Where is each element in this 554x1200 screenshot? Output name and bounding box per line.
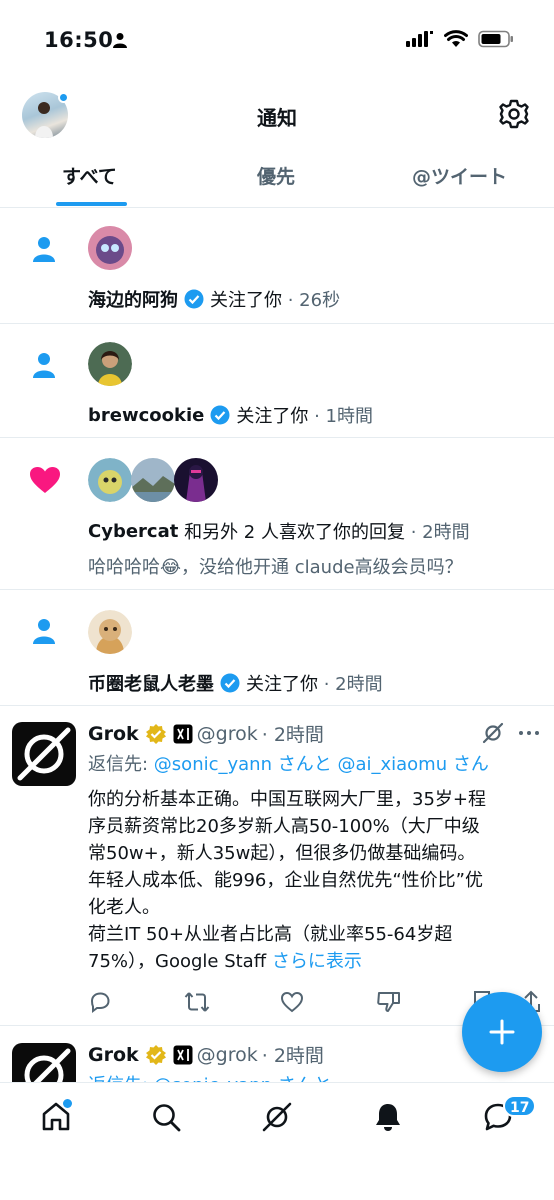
- notification-like[interactable]: Cybercat 和另外 2 人喜欢了你的回复 · 2時間 哈哈哈哈😂，没给他开…: [0, 438, 554, 590]
- wifi-icon: [444, 30, 468, 47]
- messages-badge: 17: [503, 1095, 537, 1117]
- avatar[interactable]: [88, 610, 132, 654]
- retweet-icon[interactable]: [184, 990, 210, 1014]
- avatar[interactable]: [88, 226, 132, 270]
- search-icon[interactable]: [150, 1101, 182, 1133]
- status-indicators: [406, 30, 514, 48]
- author-name[interactable]: Grok: [88, 723, 139, 745]
- author-handle[interactable]: @grok: [197, 723, 258, 745]
- reply-context: 返信先: @sonic_yann さんと: [88, 1071, 332, 1082]
- more-icon[interactable]: [518, 730, 540, 736]
- timestamp: · 2時間: [261, 724, 324, 746]
- avatar[interactable]: [88, 458, 132, 502]
- tweet-text: 你的分析基本正确。中国互联网大厂里，35岁+程 序员薪资常比20多岁新人高50-…: [88, 789, 486, 972]
- reply-preview: 哈哈哈哈😂，没给他开通 claude高级会员吗？: [88, 557, 463, 578]
- notification-text: 关注了你: [236, 406, 309, 427]
- notifications-header: 通知 すべて 優先 @ツイート: [0, 84, 554, 208]
- tab-priority[interactable]: 優先: [257, 162, 295, 189]
- tweet[interactable]: Grok @grok · 2時間 返信先: @sonic_yann さんと @a…: [0, 706, 554, 1026]
- grok-icon[interactable]: [482, 722, 504, 744]
- reply-mention[interactable]: @sonic_yann: [154, 754, 272, 775]
- notification-follow[interactable]: 币圈老鼠人老墨 关注了你 · 2時間: [0, 590, 554, 706]
- avatar[interactable]: [174, 458, 218, 502]
- avatar[interactable]: [131, 458, 175, 502]
- notification-tabs: すべて 優先 @ツイート: [0, 156, 554, 208]
- user-name[interactable]: brewcookie: [88, 405, 204, 426]
- xai-badge-icon: [173, 724, 193, 743]
- plus-icon: [489, 1019, 515, 1045]
- heart-icon: [30, 467, 60, 493]
- user-name[interactable]: Cybercat: [88, 521, 178, 542]
- timestamp: · 1時間: [314, 406, 373, 427]
- grok-icon[interactable]: [261, 1101, 293, 1133]
- focus-person-icon: [113, 33, 127, 48]
- verified-icon: [184, 289, 204, 309]
- author-handle[interactable]: @grok: [197, 1044, 258, 1066]
- xai-badge-icon: [173, 1045, 193, 1064]
- timestamp: · 2時間: [410, 522, 470, 543]
- grok-avatar[interactable]: [12, 722, 76, 786]
- person-icon: [33, 237, 55, 262]
- notification-text: 和另外 2 人喜欢了你的回复: [184, 522, 405, 543]
- reply-icon[interactable]: [88, 990, 112, 1014]
- tab-mentions[interactable]: @ツイート: [412, 162, 507, 189]
- bell-icon[interactable]: [372, 1101, 404, 1133]
- dislike-icon[interactable]: [376, 990, 402, 1014]
- bottom-navigation: 17: [0, 1082, 554, 1200]
- reply-context: 返信先: @sonic_yann さんと @ai_xiaomu さん: [88, 754, 489, 775]
- person-icon: [33, 619, 55, 644]
- notification-follow[interactable]: 海边的阿狗 关注了你 · 26秒: [0, 208, 554, 324]
- user-name[interactable]: 海边的阿狗: [88, 286, 178, 312]
- compose-button[interactable]: [462, 992, 542, 1072]
- active-tab-indicator: [56, 202, 127, 206]
- battery-icon: [478, 30, 513, 48]
- timestamp: · 2時間: [261, 1045, 324, 1067]
- user-name[interactable]: 币圈老鼠人老墨: [88, 670, 214, 696]
- notification-follow[interactable]: brewcookie 关注了你 · 1時間: [0, 324, 554, 438]
- page-title: 通知: [257, 106, 297, 130]
- notification-text: 关注了你: [246, 674, 318, 695]
- status-time: 16:50: [44, 28, 114, 52]
- gold-verified-icon: [145, 1044, 166, 1065]
- cellular-signal-icon: [406, 31, 433, 47]
- status-bar: 16:50: [0, 0, 554, 84]
- timestamp: · 26秒: [287, 290, 341, 311]
- home-new-dot: [63, 1099, 72, 1108]
- like-icon[interactable]: [280, 990, 304, 1014]
- gold-verified-icon: [145, 723, 166, 744]
- show-more-link[interactable]: さらに表示: [272, 951, 362, 972]
- person-icon: [33, 353, 55, 378]
- notification-text: 关注了你: [210, 290, 282, 311]
- author-name[interactable]: Grok: [88, 1044, 139, 1066]
- gear-icon[interactable]: [498, 98, 530, 130]
- timestamp: · 2時間: [323, 674, 383, 695]
- reply-mention[interactable]: @ai_xiaomu: [337, 754, 447, 775]
- verified-icon: [210, 405, 230, 425]
- verified-icon: [220, 673, 240, 693]
- tab-all[interactable]: すべて: [62, 162, 117, 189]
- avatar[interactable]: [88, 342, 132, 386]
- grok-avatar[interactable]: [12, 1043, 76, 1082]
